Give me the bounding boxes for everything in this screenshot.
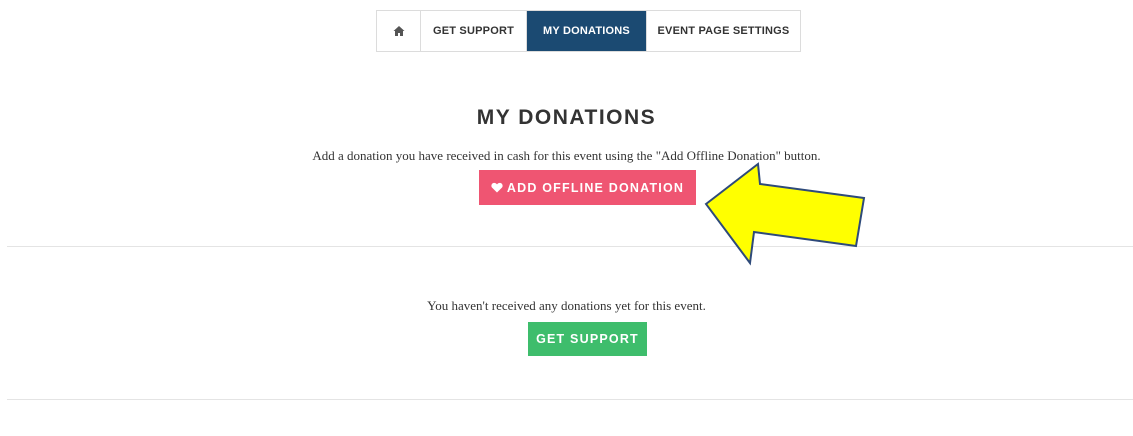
- tab-get-support[interactable]: GET SUPPORT: [421, 11, 527, 51]
- get-support-button[interactable]: GET SUPPORT: [528, 322, 647, 356]
- event-tabs: GET SUPPORT MY DONATIONS EVENT PAGE SETT…: [376, 10, 801, 52]
- empty-donations-message: You haven't received any donations yet f…: [427, 298, 706, 313]
- tab-home[interactable]: [377, 11, 421, 51]
- bottom-divider: [7, 399, 1133, 400]
- heart-icon: [491, 182, 503, 193]
- section-divider: [7, 246, 1133, 247]
- add-offline-donation-label: ADD OFFLINE DONATION: [506, 180, 685, 195]
- page-description: Add a donation you have received in cash…: [312, 148, 821, 163]
- home-icon: [393, 26, 404, 36]
- add-offline-donation-button[interactable]: ADD OFFLINE DONATION: [479, 170, 696, 205]
- tab-my-donations[interactable]: MY DONATIONS: [527, 11, 647, 51]
- arrow-pointer-icon: [704, 162, 866, 266]
- tab-event-page-settings[interactable]: EVENT PAGE SETTINGS: [647, 11, 800, 51]
- page-title: MY DONATIONS: [476, 106, 657, 129]
